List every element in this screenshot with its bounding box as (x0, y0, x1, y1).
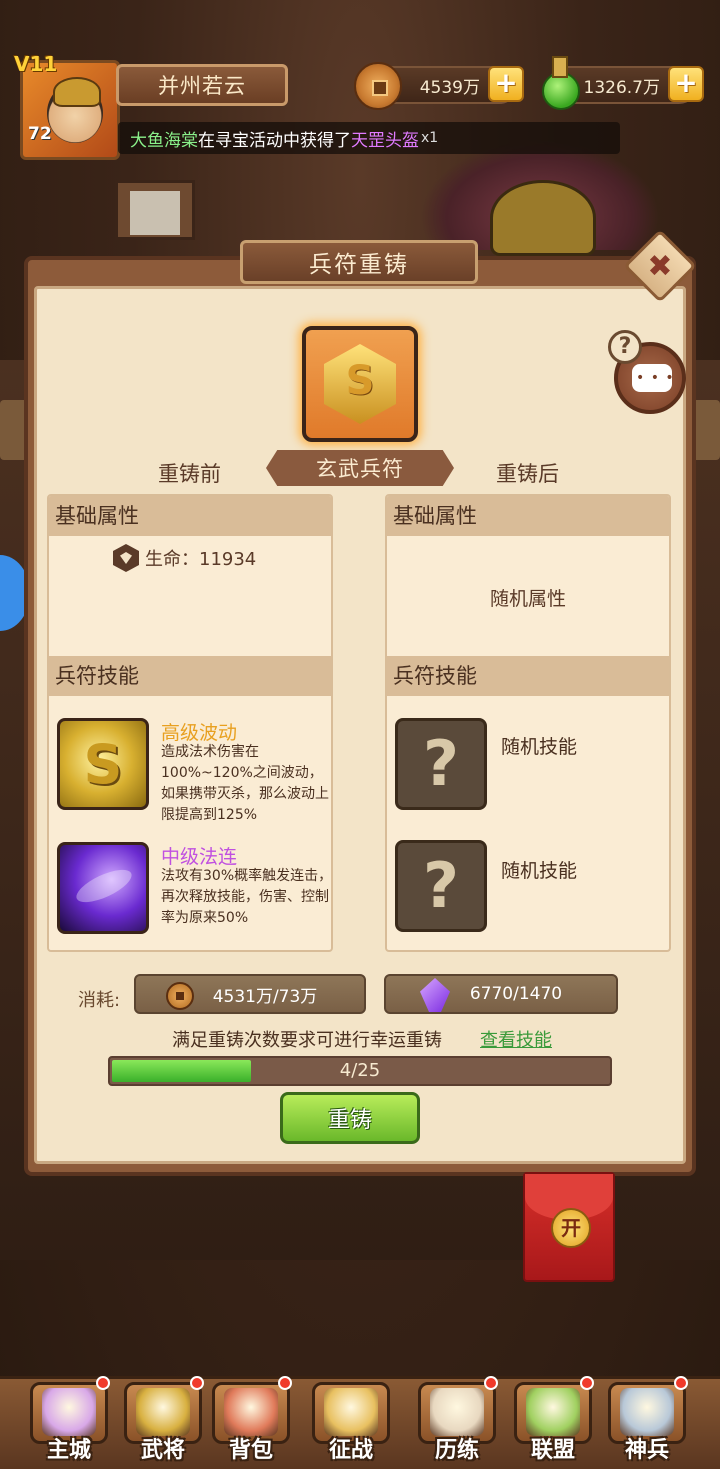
green-potion-icon (536, 56, 582, 110)
backpack-icon (224, 1388, 278, 1436)
wave-skill-icon[interactable] (57, 718, 149, 810)
close-icon[interactable]: ✖ (634, 240, 686, 292)
background-helmet (420, 140, 660, 256)
nav-divine-weapon[interactable]: 神兵 (604, 1376, 690, 1466)
notification-dot-icon (674, 1376, 688, 1390)
random-skill-label: 随机技能 (501, 736, 578, 758)
nav-backpack[interactable]: 背包 (208, 1376, 294, 1466)
marquee-item: 天罡头盔 (351, 130, 419, 151)
general-icon (136, 1388, 190, 1436)
copper-coin-icon (354, 62, 402, 110)
purple-gem-icon (420, 978, 450, 1012)
marquee-player: 大鱼海棠 (130, 130, 198, 151)
blade-icon (620, 1388, 674, 1436)
cost-label: 消耗: (78, 990, 121, 1011)
notification-dot-icon (580, 1376, 594, 1390)
nav-alliance[interactable]: 联盟 (510, 1376, 596, 1466)
background-door (115, 180, 195, 240)
coin-cost: 4531万/73万 (134, 974, 366, 1014)
add-coins-button[interactable]: + (488, 66, 524, 102)
hp-attribute: 生命：11934 (113, 544, 256, 572)
hp-value: 生命：11934 (145, 549, 257, 570)
food-platter-icon (430, 1388, 484, 1436)
talisman-emblem-icon (324, 344, 396, 424)
nav-label: 武将 (140, 1438, 185, 1463)
avatar-portrait (47, 77, 103, 143)
potion-amount: 1326.7万 (583, 77, 660, 98)
lucky-recast-hint: 满足重铸次数要求可进行幸运重铸 (172, 1030, 442, 1051)
open-seal-icon: 开 (551, 1208, 591, 1248)
skill-name: 高级波动 (161, 722, 238, 744)
coin-cost-value: 4531万/73万 (212, 986, 318, 1007)
recast-progress-bar: 4/25 (108, 1056, 612, 1086)
view-skills-link[interactable]: 查看技能 (480, 1026, 552, 1052)
nav-label: 背包 (228, 1438, 273, 1463)
notification-dot-icon (484, 1376, 498, 1390)
gem-cost: 6770/1470 (384, 974, 618, 1014)
random-attribute: 随机属性 (489, 588, 566, 610)
question-mark-icon (395, 840, 487, 932)
recast-button[interactable]: 重铸 (280, 1092, 420, 1144)
help-icon[interactable]: ? (608, 330, 642, 364)
potion-counter: 1326.7万 + (542, 56, 704, 110)
skill-description: 法攻有30%概率触发连击，再次释放技能，伤害、控制率为原来50% (161, 868, 333, 926)
nav-label: 神兵 (624, 1438, 669, 1463)
nav-label: 征战 (328, 1438, 373, 1463)
shield-icon (113, 544, 139, 572)
talisman-item-icon[interactable] (302, 326, 418, 442)
dialog-title: 兵符重铸 (240, 240, 478, 284)
nav-training[interactable]: 历练 (414, 1376, 500, 1466)
sword-icon (324, 1388, 378, 1436)
talisman-name: 玄武兵符 (266, 450, 454, 486)
broadcast-marquee: 大鱼海棠 在寻宝活动中获得了 天罡头盔 x1 (118, 122, 620, 154)
gem-cost-value: 6770/1470 (469, 984, 563, 1004)
after-recast-label: 重铸后 (496, 462, 559, 486)
before-recast-panel: 基础属性 生命：11934 兵符技能 高级波动 造成法术伤害在100%~120%… (47, 494, 333, 952)
question-mark-icon (395, 718, 487, 810)
player-level: 72 (28, 124, 52, 144)
progress-text: 4/25 (339, 1060, 381, 1081)
nav-label: 历练 (434, 1438, 479, 1463)
notification-dot-icon (96, 1376, 110, 1390)
nav-main-city[interactable]: 主城 (26, 1376, 112, 1466)
red-envelope-button[interactable]: 开 (523, 1172, 615, 1282)
talisman-skill-header: 兵符技能 (387, 656, 669, 696)
base-attr-header: 基础属性 (387, 496, 669, 536)
coin-counter: 4539万 + (354, 62, 524, 110)
nav-campaign[interactable]: 征战 (308, 1376, 394, 1466)
castle-icon (42, 1388, 96, 1436)
talisman-skill-header: 兵符技能 (49, 656, 331, 696)
marquee-text: 在寻宝活动中获得了 (198, 130, 351, 151)
nav-label: 主城 (46, 1438, 91, 1463)
copper-coin-icon (166, 982, 194, 1010)
vip-level: V11 (14, 52, 58, 76)
alliance-icon (526, 1388, 580, 1436)
after-recast-panel: 基础属性 随机属性 兵符技能 随机技能 随机技能 (385, 494, 671, 952)
player-name[interactable]: 并州若云 (116, 64, 288, 106)
coin-amount: 4539万 (419, 77, 480, 98)
skill-name: 中级法连 (161, 846, 238, 868)
notification-dot-icon (190, 1376, 204, 1390)
combo-skill-icon[interactable] (57, 842, 149, 934)
marquee-qty: x1 (421, 130, 439, 146)
random-skill-label: 随机技能 (501, 860, 578, 882)
add-potion-button[interactable]: + (668, 66, 704, 102)
notification-dot-icon (278, 1376, 292, 1390)
nav-generals[interactable]: 武将 (120, 1376, 206, 1466)
before-recast-label: 重铸前 (158, 462, 221, 486)
nav-label: 联盟 (530, 1438, 575, 1463)
skill-description: 造成法术伤害在100%~120%之间波动，如果携带灭杀，那么波动上限提高到125… (161, 744, 329, 823)
base-attr-header: 基础属性 (49, 496, 331, 536)
